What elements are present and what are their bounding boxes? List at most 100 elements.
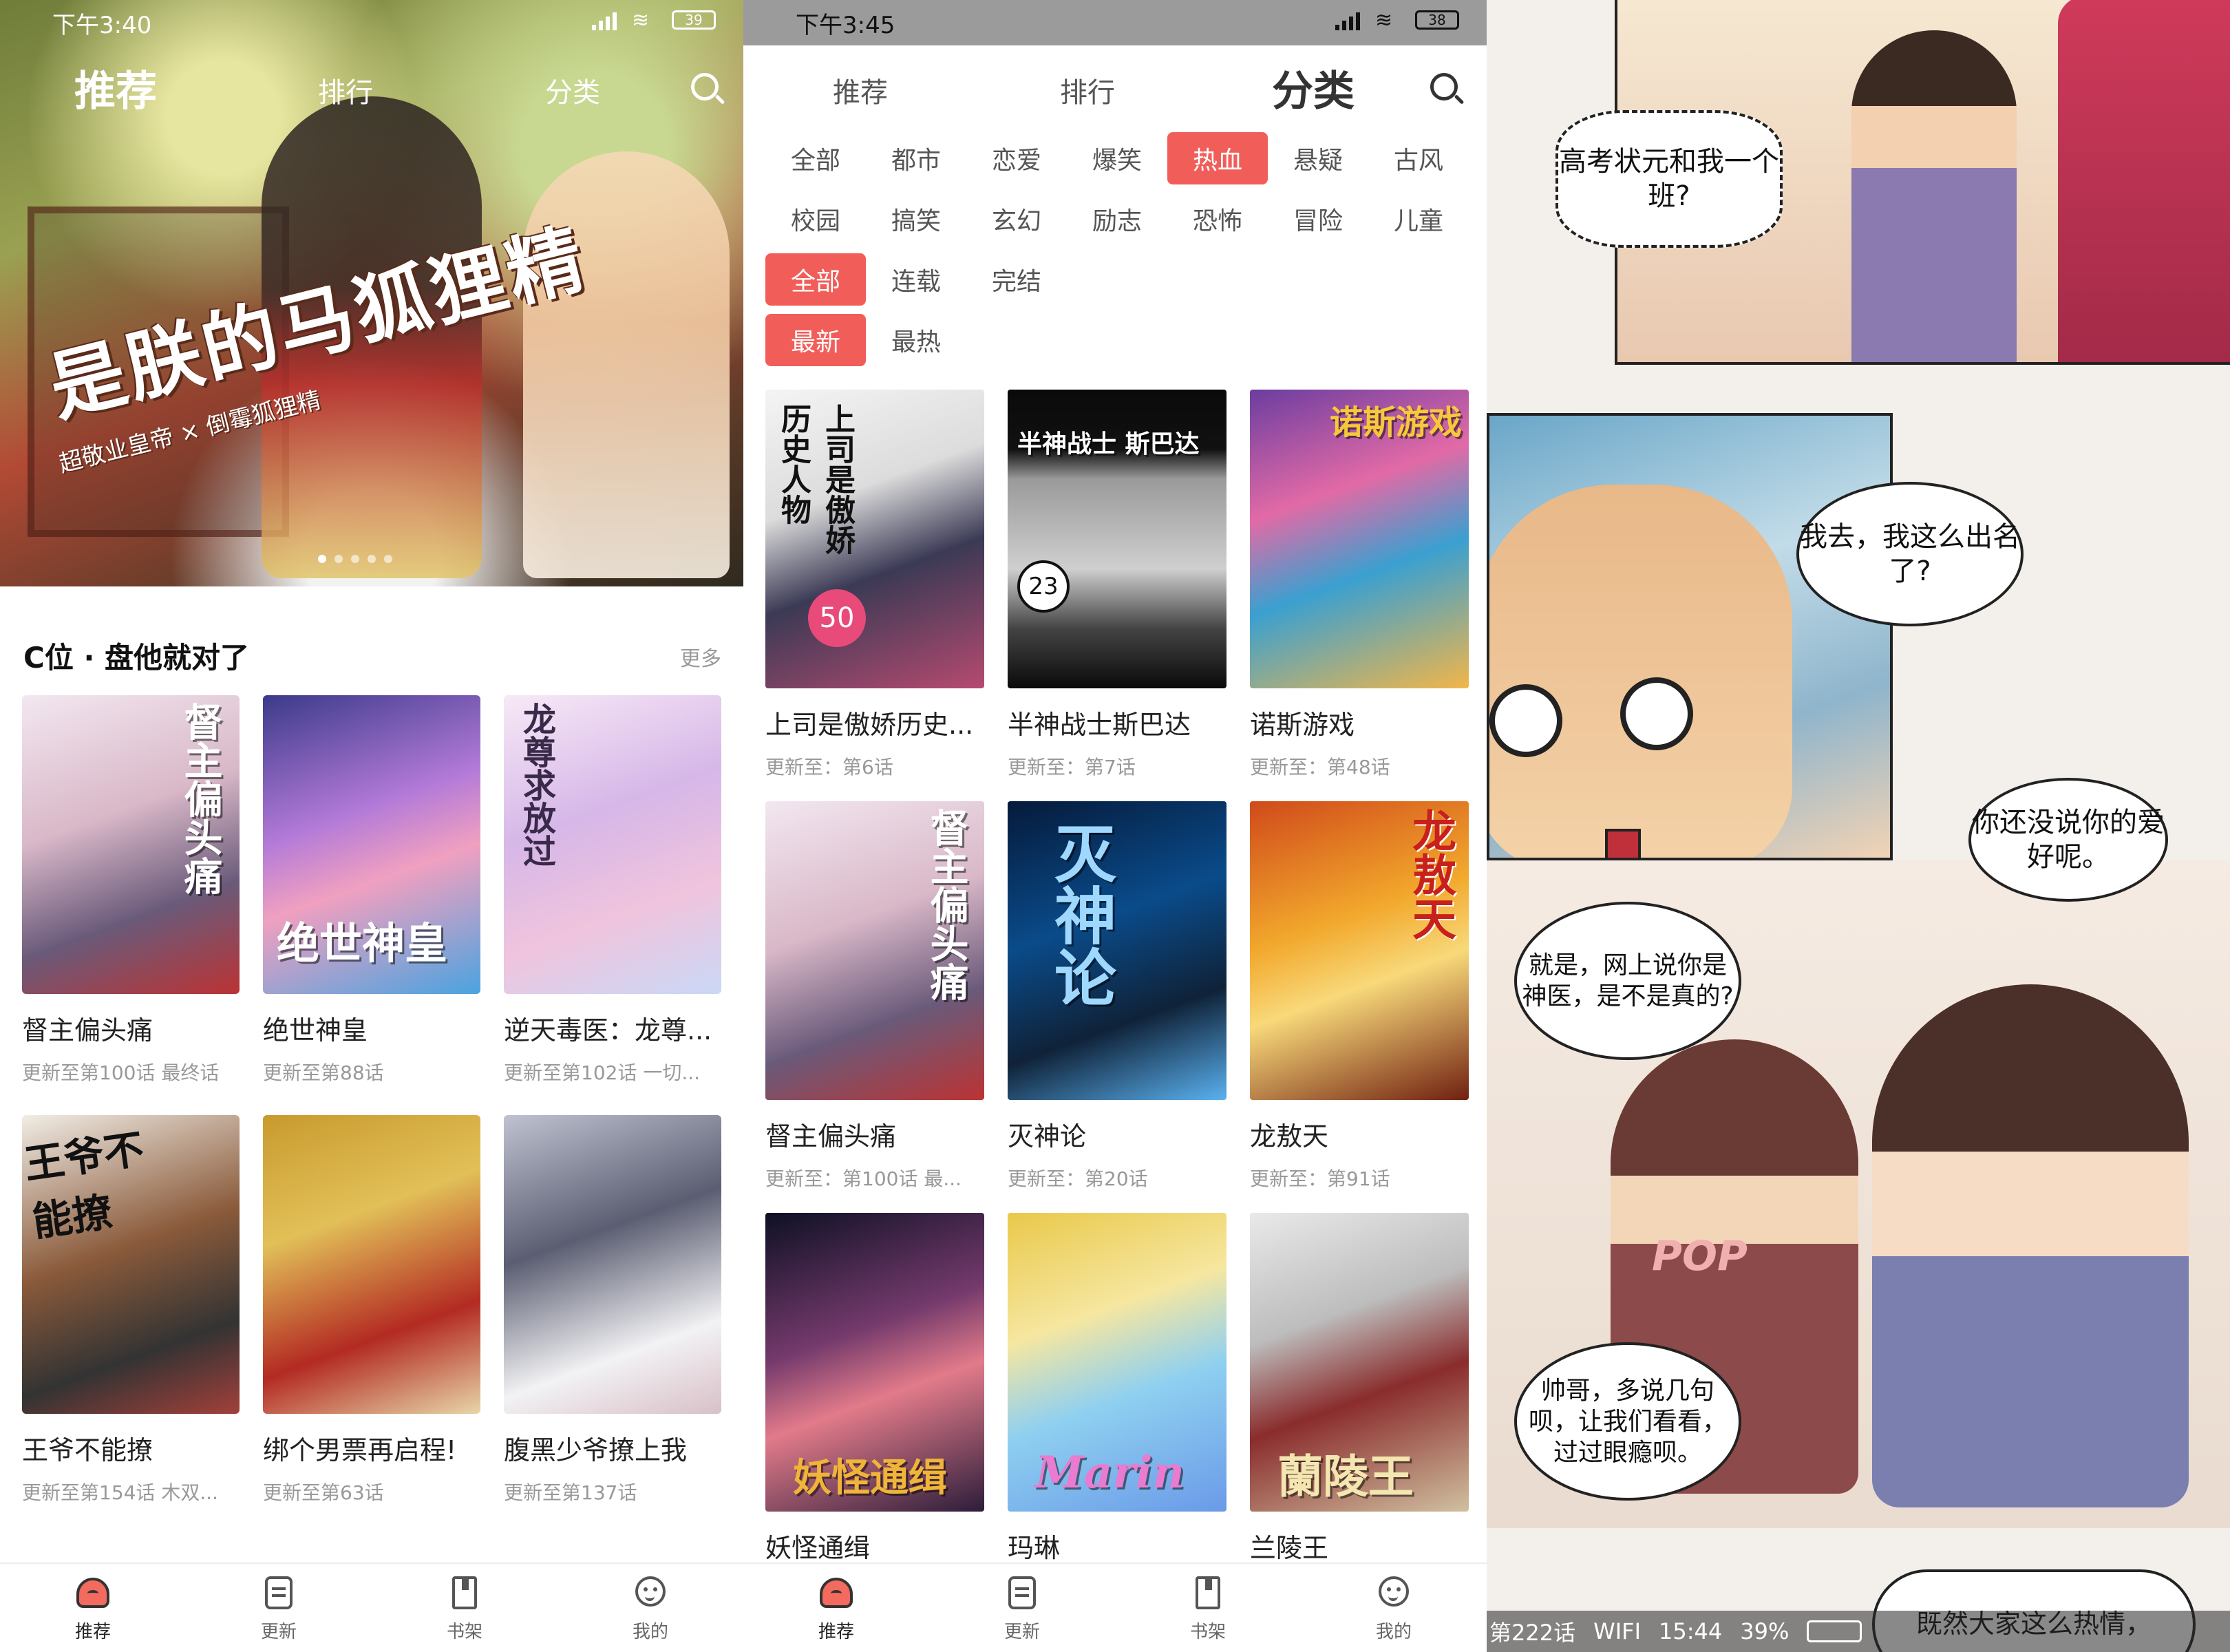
comic-card[interactable]: 蘭陵王 兰陵王	[1250, 1213, 1469, 1565]
filter-chip[interactable]: 爆笑	[1067, 132, 1167, 184]
comic-title[interactable]: 上司是傲娇历史...	[765, 703, 984, 741]
search-icon[interactable]	[1430, 73, 1465, 107]
filter-chip[interactable]: 都市	[866, 132, 966, 184]
comic-cover[interactable]: 诺斯游戏	[1250, 390, 1469, 688]
comic-card[interactable]: 灭神论 灭神论 更新至：第20话	[1008, 801, 1226, 1192]
cover-title-art: 绝世神皇	[277, 918, 448, 968]
filter-chip[interactable]: 恋爱	[966, 132, 1067, 184]
comic-title[interactable]: 半神战士斯巴达	[1008, 703, 1226, 741]
bottom-tab-bookshelf[interactable]: 书架	[372, 1564, 558, 1652]
comic-card[interactable]: 督主偏头痛 督主偏头痛 更新至：第100话 最...	[765, 801, 984, 1192]
section-more-link[interactable]: 更多	[680, 642, 721, 672]
comic-title[interactable]: 王爷不能撩	[22, 1429, 240, 1467]
tab-ranking[interactable]: 排行	[1060, 70, 1115, 110]
bottom-tab-recommend[interactable]: 推荐	[0, 1564, 186, 1652]
comic-cover[interactable]: 蘭陵王	[1250, 1213, 1469, 1512]
comic-cover[interactable]: 半神战士 斯巴达 23	[1008, 390, 1226, 688]
comic-card[interactable]: 督主偏头痛 督主偏头痛 更新至第100话 最终话	[22, 695, 240, 1086]
comic-title[interactable]: 诺斯游戏	[1250, 703, 1469, 741]
tab-ranking[interactable]: 排行	[318, 70, 373, 110]
comic-card[interactable]: 腹黑少爷撩上我 更新至第137话	[504, 1115, 721, 1505]
cover-title-art: 王爷不能撩	[22, 1125, 147, 1246]
bottom-tab-label: 推荐	[74, 1622, 111, 1642]
bottom-tab-updates[interactable]: 更新	[186, 1564, 372, 1652]
filter-chip-selected[interactable]: 最新	[765, 314, 866, 366]
bottom-tab-recommend[interactable]: 推荐	[743, 1564, 929, 1652]
comic-title[interactable]: 腹黑少爷撩上我	[504, 1429, 721, 1467]
filter-chip[interactable]: 恐怖	[1167, 193, 1268, 245]
comic-card[interactable]: 妖怪通缉 妖怪通缉	[765, 1213, 984, 1565]
pager-dot[interactable]	[384, 555, 392, 563]
filter-chip[interactable]: 冒险	[1268, 193, 1368, 245]
filter-chip[interactable]: 最热	[866, 314, 966, 366]
bottom-tab-bookshelf[interactable]: 书架	[1115, 1564, 1301, 1652]
speech-bubble: 你还没说你的爱好呢。	[1968, 778, 2168, 902]
filter-chip-selected[interactable]: 热血	[1167, 132, 1268, 184]
tab-recommend[interactable]: 推荐	[833, 70, 888, 110]
comic-title[interactable]: 督主偏头痛	[765, 1115, 984, 1153]
comic-title[interactable]: 绑个男票再启程!	[263, 1429, 480, 1467]
filter-chip-selected[interactable]: 全部	[765, 253, 866, 306]
bottom-tab-updates[interactable]: 更新	[929, 1564, 1115, 1652]
comic-cover[interactable]	[263, 1115, 480, 1414]
comic-cover[interactable]: 龙敖天	[1250, 801, 1469, 1100]
comic-title[interactable]: 玛琳	[1008, 1527, 1226, 1565]
bottom-tab-profile[interactable]: 我的	[1301, 1564, 1487, 1652]
comic-cover[interactable]: 妖怪通缉	[765, 1213, 984, 1512]
comic-title[interactable]: 督主偏头痛	[22, 1009, 240, 1047]
filter-chip[interactable]: 校园	[765, 193, 866, 245]
filter-chip[interactable]: 古风	[1368, 132, 1469, 184]
filter-chip[interactable]: 完结	[966, 253, 1067, 306]
comic-cover[interactable]: 灭神论	[1008, 801, 1226, 1100]
filter-chip[interactable]: 悬疑	[1268, 132, 1368, 184]
filter-chip[interactable]: 儿童	[1368, 193, 1469, 245]
filter-chip[interactable]: 连载	[866, 253, 966, 306]
comic-card[interactable]: 龙尊求放过 逆天毒医：龙尊... 更新至第102话 一切...	[504, 695, 721, 1086]
pager-dot[interactable]	[334, 555, 343, 563]
comic-card[interactable]: 诺斯游戏 诺斯游戏 更新至：第48话	[1250, 390, 1469, 780]
comic-title[interactable]: 兰陵王	[1250, 1527, 1469, 1565]
comic-cover[interactable]: 绝世神皇	[263, 695, 480, 994]
filter-chip[interactable]: 玄幻	[966, 193, 1067, 245]
comic-update: 更新至：第48话	[1250, 756, 1390, 779]
comic-card[interactable]: 绑个男票再启程! 更新至第63话	[263, 1115, 480, 1505]
filter-chip[interactable]: 搞笑	[866, 193, 966, 245]
tab-category[interactable]: 分类	[545, 70, 600, 110]
chapter-label: 第222话	[1489, 1620, 1576, 1646]
comic-cover[interactable]: 督主偏头痛	[22, 695, 240, 994]
comic-update: 更新至第100话 最终话	[22, 1061, 220, 1084]
comic-card[interactable]: 上司是傲娇历史人物 50 上司是傲娇历史... 更新至：第6话	[765, 390, 984, 780]
comic-title[interactable]: 妖怪通缉	[765, 1527, 984, 1565]
pager-dot[interactable]	[318, 555, 326, 563]
comic-card[interactable]: 王爷不能撩 王爷不能撩 更新至第154话 木双...	[22, 1115, 240, 1505]
profile-icon	[631, 1574, 670, 1612]
filter-chip[interactable]: 全部	[765, 132, 866, 184]
pager-dot[interactable]	[351, 555, 359, 563]
comic-title[interactable]: 灭神论	[1008, 1115, 1226, 1153]
banner-pager-dots[interactable]	[318, 555, 392, 563]
genre-filter-row: 全部 都市 恋爱 爆笑 热血 悬疑 古风	[765, 128, 1465, 189]
tab-category[interactable]: 分类	[1272, 58, 1355, 118]
comic-card[interactable]: 龙敖天 龙敖天 更新至：第91话	[1250, 801, 1469, 1192]
bottom-tab-profile[interactable]: 我的	[558, 1564, 743, 1652]
bottom-tab-label: 书架	[446, 1622, 482, 1642]
comic-cover[interactable]: 上司是傲娇历史人物 50	[765, 390, 984, 688]
comic-card[interactable]: Marin 玛琳	[1008, 1213, 1226, 1565]
character-eye	[1489, 684, 1562, 757]
search-icon[interactable]	[691, 73, 725, 107]
filter-chip[interactable]: 励志	[1067, 193, 1167, 245]
comic-cover[interactable]: 督主偏头痛	[765, 801, 984, 1100]
comic-title[interactable]: 绝世神皇	[263, 1009, 480, 1047]
pager-dot[interactable]	[368, 555, 376, 563]
panel-reader[interactable]: 高考状元和我一个班? 我去，我这么出名了? POP 你还没说你的爱好呢。 就是，…	[1487, 0, 2230, 1652]
comic-update: 更新至第88话	[263, 1061, 384, 1084]
comic-card[interactable]: 绝世神皇 绝世神皇 更新至第88话	[263, 695, 480, 1086]
comic-cover[interactable]	[504, 1115, 721, 1414]
comic-card[interactable]: 半神战士 斯巴达 23 半神战士斯巴达 更新至：第7话	[1008, 390, 1226, 780]
comic-title[interactable]: 逆天毒医：龙尊...	[504, 1009, 721, 1047]
tab-recommend[interactable]: 推荐	[74, 58, 157, 118]
comic-cover[interactable]: 龙尊求放过	[504, 695, 721, 994]
comic-title[interactable]: 龙敖天	[1250, 1115, 1469, 1153]
comic-cover[interactable]: Marin	[1008, 1213, 1226, 1512]
comic-cover[interactable]: 王爷不能撩	[22, 1115, 240, 1414]
